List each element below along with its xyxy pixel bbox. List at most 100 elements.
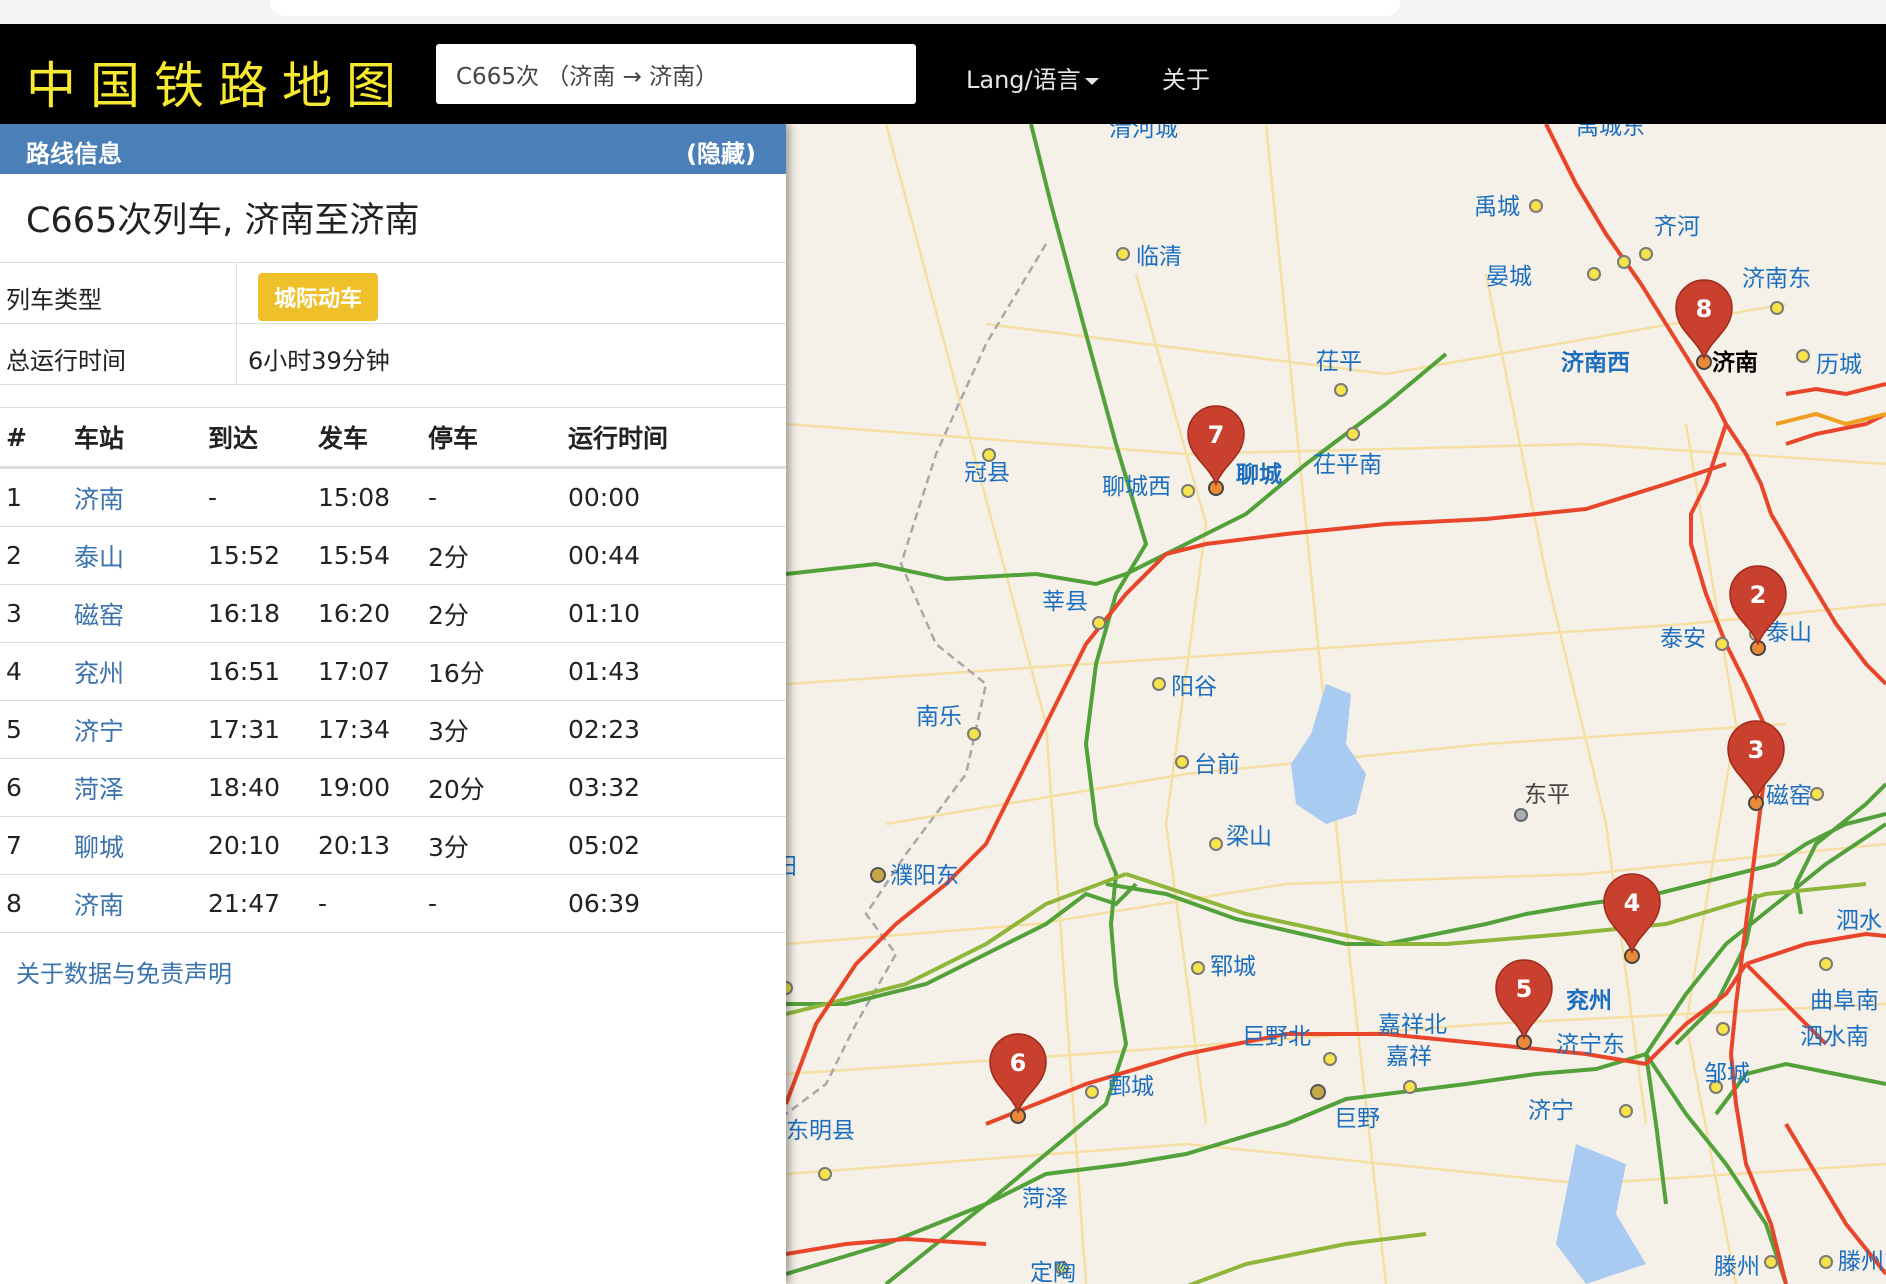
col-header-arrive: 到达 <box>208 408 318 469</box>
map-canvas[interactable]: 清河城 禹城东禹城齐河晏城 济南东济南西 济南 历城 临清茌平茌平南 冠县聊城西 聊城莘县泰安… <box>786 124 1886 1284</box>
language-label: Lang/语言 <box>966 66 1081 94</box>
route-info-panel: 路线信息 (隐藏) C665次列车, 济南至济南 列车类型 城际动车 总运行时间… <box>0 124 786 1284</box>
cell-depart: 20:13 <box>318 816 428 875</box>
cell-stop: 16分 <box>428 642 568 701</box>
total-time-label: 总运行时间 <box>6 347 126 375</box>
cell-station[interactable]: 聊城 <box>74 816 208 875</box>
map-label: 兖州 <box>1566 987 1612 1014</box>
train-type-badge: 城际动车 <box>258 273 379 321</box>
map-label: 滕州东 <box>1838 1249 1886 1275</box>
cell-arrive: 15:52 <box>208 526 318 585</box>
cell-station[interactable]: 磁窑 <box>74 584 208 643</box>
disclaimer-link[interactable]: 关于数据与免责声明 <box>16 954 232 989</box>
stops-table: # 车站 到达 发车 停车 运行时间 1 济南 -15:08-00:00 2 泰山 15:… <box>0 408 786 933</box>
cell-elapsed: 03:32 <box>568 758 786 817</box>
train-search-input[interactable] <box>436 44 916 104</box>
cell-station[interactable]: 济南 <box>74 467 208 527</box>
lake <box>1291 684 1366 824</box>
table-row: 6 菏泽 18:40 19:00 20分 03:32 <box>0 758 786 817</box>
divider <box>236 263 237 323</box>
railway-map[interactable]: 清河城 禹城东 禹城 齐河 晏城 济南东 济南西 济南 历城 临清 茌平 茌平南 冠县 聊城西 聊城 莘县 泰安… <box>786 124 1886 1284</box>
map-label: 东平 <box>1524 782 1570 808</box>
cell-stop: 2分 <box>428 584 568 643</box>
map-label: 郓城 <box>1210 954 1256 980</box>
cell-elapsed: 00:44 <box>568 526 786 585</box>
total-time-row: 总运行时间 6小时39分钟 <box>0 324 786 385</box>
panel-title: 路线信息 <box>26 140 122 168</box>
map-label: 济宁东 <box>1556 1032 1625 1058</box>
table-row: 1 济南 -15:08-00:00 <box>0 467 786 527</box>
language-dropdown[interactable]: Lang/语言 <box>966 60 1099 95</box>
map-label: 聊城西 <box>1102 474 1171 500</box>
cell-index: 7 <box>0 816 74 875</box>
map-label: 聊城 <box>1236 461 1282 488</box>
divider <box>236 324 237 384</box>
cell-elapsed: 01:43 <box>568 642 786 701</box>
map-label: 历城 <box>1816 352 1862 378</box>
map-label: 嘉祥北 <box>1378 1012 1447 1038</box>
cell-index: 2 <box>0 526 74 585</box>
route-marker[interactable]: 5 <box>1495 959 1553 1050</box>
train-type-label: 列车类型 <box>6 286 102 314</box>
cell-stop: 3分 <box>428 700 568 759</box>
map-label: 鄄城 <box>1108 1074 1154 1100</box>
station-dot-dongping <box>1514 808 1528 822</box>
table-header-row: # 车站 到达 发车 停车 运行时间 <box>0 408 786 469</box>
marker-number: 4 <box>1624 889 1641 917</box>
cell-depart: 19:00 <box>318 758 428 817</box>
map-label: 济南西 <box>1561 349 1630 376</box>
total-time-value: 6小时39分钟 <box>248 347 390 375</box>
cell-elapsed: 05:02 <box>568 816 786 875</box>
route-marker[interactable]: 4 <box>1603 873 1661 964</box>
map-label: 晏城 <box>1486 264 1532 290</box>
navbar: 中国铁路地图 Lang/语言 关于 <box>0 24 1886 124</box>
map-label: 泗水南 <box>1800 1024 1869 1050</box>
map-label: 禹城 <box>1474 194 1520 220</box>
cell-elapsed: 02:23 <box>568 700 786 759</box>
cell-station[interactable]: 菏泽 <box>74 758 208 817</box>
cell-arrive: 21:47 <box>208 874 318 933</box>
map-label: 梁山 <box>1226 824 1272 850</box>
cell-station[interactable]: 济南 <box>74 874 208 933</box>
map-label: 濮阳东 <box>890 863 959 889</box>
cell-station[interactable]: 济宁 <box>74 700 208 759</box>
cell-stop: 20分 <box>428 758 568 817</box>
cell-arrive: 17:31 <box>208 700 318 759</box>
site-brand[interactable]: 中国铁路地图 <box>26 46 410 118</box>
cell-station[interactable]: 泰山 <box>74 526 208 585</box>
cell-station[interactable]: 兖州 <box>74 642 208 701</box>
map-label: 巨野北 <box>1242 1024 1311 1050</box>
map-label: 莘县 <box>1042 589 1088 615</box>
address-bar-fragment <box>270 0 1400 16</box>
panel-header: 路线信息 (隐藏) <box>0 124 786 174</box>
about-link[interactable]: 关于 <box>1162 60 1210 95</box>
map-label: 阳谷 <box>1171 674 1217 700</box>
map-label: 济南 <box>1712 349 1758 376</box>
hide-panel-link[interactable]: (隐藏) <box>686 134 756 169</box>
map-label: 清河城 <box>1109 124 1178 142</box>
map-label: 菏泽 <box>1022 1186 1068 1212</box>
map-label: 济南东 <box>1742 266 1811 292</box>
marker-number: 7 <box>1208 421 1225 449</box>
cell-elapsed: 00:00 <box>568 467 786 527</box>
map-label: 嘉祥 <box>1386 1044 1432 1070</box>
map-label: 东明县 <box>786 1118 855 1144</box>
col-header-depart: 发车 <box>318 408 428 469</box>
map-label: 定陶 <box>1030 1260 1076 1284</box>
map-label: 曲阜南 <box>1810 988 1879 1014</box>
browser-top-strip <box>0 0 1886 24</box>
map-label: 济宁 <box>1528 1098 1574 1124</box>
map-label: 禹城东 <box>1576 124 1645 140</box>
cell-arrive: 16:18 <box>208 584 318 643</box>
map-label: 台前 <box>1194 752 1240 778</box>
cell-arrive: 20:10 <box>208 816 318 875</box>
cell-index: 6 <box>0 758 74 817</box>
route-marker[interactable]: 6 <box>989 1033 1047 1124</box>
map-label: 泰山 <box>1766 620 1812 646</box>
map-label: 邹城 <box>1704 1061 1750 1087</box>
marker-number: 6 <box>1010 1049 1027 1077</box>
col-header-stop: 停车 <box>428 408 568 469</box>
cell-depart: 16:20 <box>318 584 428 643</box>
train-type-row: 列车类型 城际动车 <box>0 263 786 324</box>
map-label: 阳 <box>786 854 797 880</box>
